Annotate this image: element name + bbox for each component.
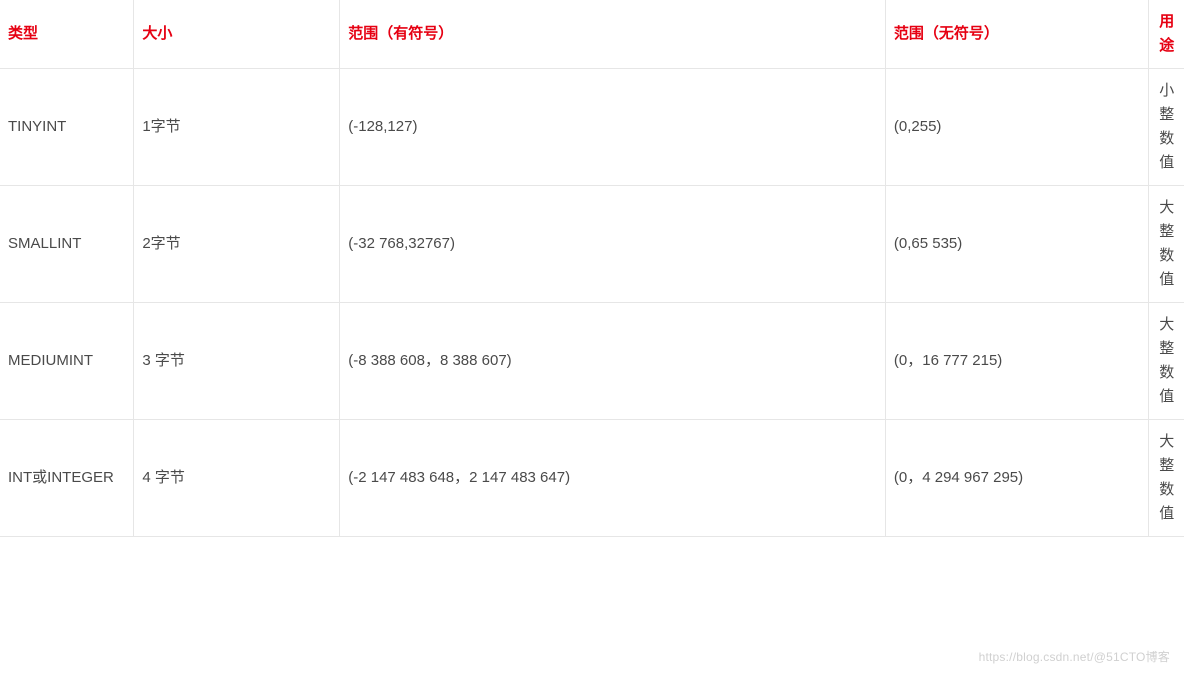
cell-type: INT或INTEGER <box>0 420 134 537</box>
cell-size: 4 字节 <box>134 420 340 537</box>
cell-usage: 小整数值 <box>1149 69 1184 186</box>
cell-unsigned: (0，16 777 215) <box>885 303 1149 420</box>
header-unsigned: 范围（无符号） <box>885 0 1149 69</box>
table-head: 类型 大小 范围（有符号） 范围（无符号） 用途 <box>0 0 1184 69</box>
cell-size: 2字节 <box>134 186 340 303</box>
cell-unsigned: (0，4 294 967 295) <box>885 420 1149 537</box>
table-body: TINYINT 1字节 (-128,127) (0,255) 小整数值 SMAL… <box>0 69 1184 537</box>
cell-signed: (-8 388 608，8 388 607) <box>340 303 886 420</box>
table-row: TINYINT 1字节 (-128,127) (0,255) 小整数值 <box>0 69 1184 186</box>
watermark-text: https://blog.csdn.net/@51CTO博客 <box>979 648 1170 665</box>
header-type: 类型 <box>0 0 134 69</box>
cell-signed: (-128,127) <box>340 69 886 186</box>
cell-type: MEDIUMINT <box>0 303 134 420</box>
header-row: 类型 大小 范围（有符号） 范围（无符号） 用途 <box>0 0 1184 69</box>
datatype-table: 类型 大小 范围（有符号） 范围（无符号） 用途 TINYINT 1字节 (-1… <box>0 0 1184 537</box>
cell-type: SMALLINT <box>0 186 134 303</box>
cell-usage: 大整数值 <box>1149 420 1184 537</box>
header-size: 大小 <box>134 0 340 69</box>
table-row: INT或INTEGER 4 字节 (-2 147 483 648，2 147 4… <box>0 420 1184 537</box>
cell-unsigned: (0,255) <box>885 69 1149 186</box>
cell-signed: (-2 147 483 648，2 147 483 647) <box>340 420 886 537</box>
cell-type: TINYINT <box>0 69 134 186</box>
page-wrap: 类型 大小 范围（有符号） 范围（无符号） 用途 TINYINT 1字节 (-1… <box>0 0 1184 673</box>
cell-signed: (-32 768,32767) <box>340 186 886 303</box>
header-signed: 范围（有符号） <box>340 0 886 69</box>
cell-size: 3 字节 <box>134 303 340 420</box>
cell-size: 1字节 <box>134 69 340 186</box>
table-row: SMALLINT 2字节 (-32 768,32767) (0,65 535) … <box>0 186 1184 303</box>
cell-unsigned: (0,65 535) <box>885 186 1149 303</box>
header-usage: 用途 <box>1149 0 1184 69</box>
cell-usage: 大整数值 <box>1149 303 1184 420</box>
table-row: MEDIUMINT 3 字节 (-8 388 608，8 388 607) (0… <box>0 303 1184 420</box>
cell-usage: 大整数值 <box>1149 186 1184 303</box>
